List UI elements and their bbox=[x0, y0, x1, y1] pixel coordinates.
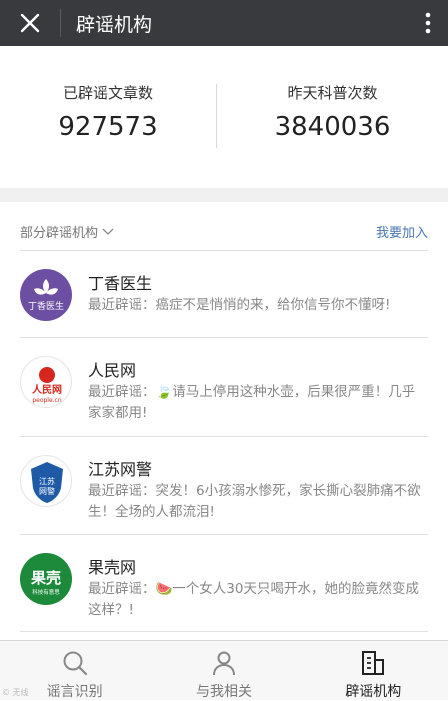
stat-value: 927573 bbox=[58, 112, 158, 142]
stat-value: 3840036 bbox=[274, 112, 391, 142]
logo-subtext: 科技有意思 bbox=[32, 588, 60, 596]
close-icon bbox=[20, 13, 40, 33]
tab-label: 与我相关 bbox=[195, 684, 252, 700]
page-title: 辟谣机构 bbox=[76, 13, 153, 36]
org-recent-debunk: 最近辟谣：🍃请马上停用这种水壶，后果很严重！几乎家家都用! bbox=[88, 384, 416, 421]
section-gap bbox=[0, 188, 448, 202]
logo-subtext: people.cn bbox=[32, 397, 62, 404]
logo-text: 江苏 bbox=[39, 476, 55, 486]
org-filter-label: 部分辟谣机构 bbox=[20, 226, 99, 241]
tab-debunk-orgs[interactable]: 辟谣机构 bbox=[299, 641, 448, 700]
watermark: © 无线 bbox=[2, 688, 29, 697]
dingxiang-logo: 丁香医生 bbox=[20, 269, 72, 321]
guokr-logo: 果壳 科技有意思 bbox=[20, 553, 72, 605]
organization-icon bbox=[362, 651, 385, 675]
org-name: 人民网 bbox=[88, 361, 137, 380]
logo-text: 丁香医生 bbox=[28, 300, 64, 312]
logo-subtext: 网警 bbox=[39, 486, 55, 496]
stat-label: 昨天科普次数 bbox=[287, 84, 378, 102]
stat-science-count: 昨天科普次数 3840036 bbox=[217, 46, 448, 188]
tab-label: 辟谣机构 bbox=[345, 684, 402, 700]
logo-text: 人民网 bbox=[32, 383, 62, 396]
org-name: 果壳网 bbox=[88, 558, 137, 577]
chevron-down-icon bbox=[102, 228, 114, 235]
title-bar: 辟谣机构 bbox=[0, 0, 448, 46]
people-logo: 人民网 people.cn bbox=[20, 356, 72, 408]
org-item-jiangsu-police[interactable]: 江苏 网警 江苏网警 最近辟谣：突发！6小孩溺水惨死，家长撕心裂肺痛不欲生！全场… bbox=[20, 437, 428, 535]
org-name: 丁香医生 bbox=[88, 274, 153, 293]
org-name: 江苏网警 bbox=[88, 460, 153, 479]
title-separator bbox=[60, 9, 61, 37]
close-button[interactable] bbox=[0, 0, 60, 46]
person-icon bbox=[212, 651, 235, 676]
more-vertical-icon bbox=[425, 12, 431, 34]
jiangsu-police-logo: 江苏 网警 bbox=[20, 455, 72, 507]
more-button[interactable] bbox=[408, 0, 448, 46]
org-item-dingxiang[interactable]: 丁香医生 丁香医生 最近辟谣：癌症不是悄悄的来，给你信号你不懂呀! bbox=[20, 251, 428, 338]
org-recent-debunk: 最近辟谣：癌症不是悄悄的来，给你信号你不懂呀! bbox=[88, 297, 391, 313]
org-item-guokr[interactable]: 果壳 科技有意思 果壳网 最近辟谣：🍉一个女人30天只喝开水，她的脸竟然变成这样… bbox=[20, 535, 428, 632]
stat-debunked-articles: 已辟谣文章数 927573 bbox=[0, 46, 216, 188]
tab-related-to-me[interactable]: 与我相关 bbox=[149, 641, 298, 700]
org-item-people[interactable]: 人民网 people.cn 人民网 最近辟谣：🍃请马上停用这种水壶，后果很严重！… bbox=[20, 338, 428, 437]
search-icon bbox=[63, 651, 87, 676]
bottom-tab-bar: 谣言识别 与我相关 辟谣机构 © 无线 bbox=[0, 640, 448, 700]
org-recent-debunk: 最近辟谣：突发！6小孩溺水惨死，家长撕心裂肺痛不欲生！全场的人都流泪! bbox=[88, 483, 421, 520]
org-filter-dropdown[interactable]: 部分辟谣机构 bbox=[20, 222, 114, 241]
stats-panel: 已辟谣文章数 927573 昨天科普次数 3840036 bbox=[0, 46, 448, 188]
logo-text: 果壳 bbox=[30, 569, 61, 587]
stat-label: 已辟谣文章数 bbox=[62, 84, 153, 102]
org-recent-debunk: 最近辟谣：🍉一个女人30天只喝开水，她的脸竟然变成这样？! bbox=[88, 581, 419, 618]
org-section-header: 部分辟谣机构 我要加入 bbox=[20, 202, 428, 251]
join-link[interactable]: 我要加入 bbox=[376, 222, 428, 241]
